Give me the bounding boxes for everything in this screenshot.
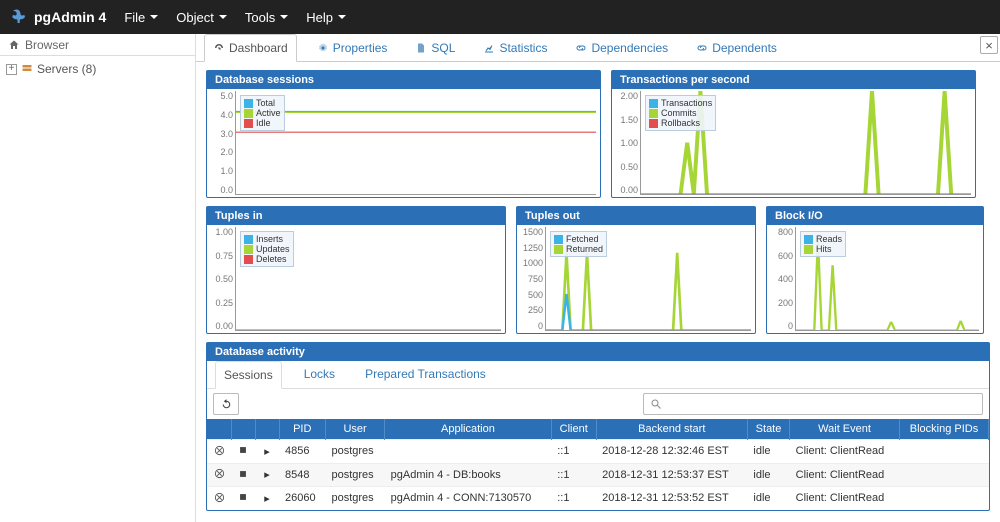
activity-search[interactable] xyxy=(643,393,983,415)
cancel-icon[interactable] xyxy=(213,491,225,503)
link-icon xyxy=(696,42,708,54)
panel-tuples-out: Tuples out 1500125010007505002500 Fetche… xyxy=(516,206,756,334)
top-menu-bar: pgAdmin 4 File Object Tools Help xyxy=(0,0,1000,34)
table-row[interactable]: ▸26060postgrespgAdmin 4 - CONN:7130570::… xyxy=(207,487,989,510)
table-header-row: PIDUserApplicationClientBackend startSta… xyxy=(207,419,989,440)
tps-yaxis: 2.001.501.000.500.00 xyxy=(612,89,640,197)
refresh-icon xyxy=(220,398,233,411)
browser-sidebar: Browser + Servers (8) xyxy=(0,34,196,522)
refresh-button[interactable] xyxy=(213,393,239,415)
tree-root-label: Servers (8) xyxy=(37,62,96,76)
menu-object[interactable]: Object xyxy=(176,10,227,25)
app-logo: pgAdmin 4 xyxy=(10,8,106,26)
menu-file[interactable]: File xyxy=(124,10,158,25)
tree-root-servers[interactable]: + Servers (8) xyxy=(6,62,189,76)
cancel-icon[interactable] xyxy=(213,444,225,456)
tab-dashboard[interactable]: Dashboard xyxy=(204,34,297,62)
expand-row-icon[interactable]: ▸ xyxy=(261,469,273,481)
menu-help[interactable]: Help xyxy=(306,10,346,25)
file-icon xyxy=(415,42,427,54)
subtab-prepared[interactable]: Prepared Transactions xyxy=(357,361,494,388)
gauge-icon xyxy=(213,42,225,54)
tab-properties[interactable]: Properties xyxy=(309,35,396,61)
app-title: pgAdmin 4 xyxy=(34,9,106,25)
menu-tools[interactable]: Tools xyxy=(245,10,288,25)
tab-statistics[interactable]: Statistics xyxy=(475,35,555,61)
panel-sessions: Database sessions 5.04.03.02.01.00.0 Tot… xyxy=(206,70,601,198)
sessions-chart xyxy=(236,91,596,194)
table-row[interactable]: ▸4856postgres::12018-12-28 12:32:46 ESTi… xyxy=(207,440,989,464)
panel-sessions-title: Database sessions xyxy=(207,71,600,89)
expand-row-icon[interactable]: ▸ xyxy=(261,445,273,457)
panel-tuples-in: Tuples in 1.000.750.500.250.00 Inserts U… xyxy=(206,206,506,334)
elephant-icon xyxy=(10,8,28,26)
expand-row-icon[interactable]: ▸ xyxy=(261,492,273,504)
tab-dependencies[interactable]: Dependencies xyxy=(567,35,676,61)
table-row[interactable]: ▸8548postgrespgAdmin 4 - DB:books::12018… xyxy=(207,463,989,487)
home-icon xyxy=(8,39,20,51)
panel-activity: Database activity Sessions Locks Prepare… xyxy=(206,342,990,511)
activity-subtabs: Sessions Locks Prepared Transactions xyxy=(207,361,989,389)
stop-icon[interactable] xyxy=(237,491,249,503)
content-tabbar: Dashboard Properties SQL Statistics Depe… xyxy=(196,34,1000,62)
subtab-sessions[interactable]: Sessions xyxy=(215,361,282,389)
tab-dependents[interactable]: Dependents xyxy=(688,35,785,61)
panel-tps: Transactions per second 2.001.501.000.50… xyxy=(611,70,976,198)
sessions-legend: Total Active Idle xyxy=(240,95,285,131)
browser-title: Browser xyxy=(25,38,69,52)
tab-sql[interactable]: SQL xyxy=(407,35,463,61)
expand-icon[interactable]: + xyxy=(6,64,17,75)
stop-icon[interactable] xyxy=(237,468,249,480)
panel-block-io: Block I/O 8006004002000 Reads Hits xyxy=(766,206,984,334)
close-panel-button[interactable]: × xyxy=(980,36,998,54)
stop-icon[interactable] xyxy=(237,444,249,456)
subtab-locks[interactable]: Locks xyxy=(296,361,343,388)
browser-header: Browser xyxy=(0,34,195,56)
sessions-yaxis: 5.04.03.02.01.00.0 xyxy=(207,89,235,197)
chart-icon xyxy=(483,42,495,54)
search-icon xyxy=(650,398,662,410)
dashboard: Database sessions 5.04.03.02.01.00.0 Tot… xyxy=(196,62,1000,522)
panel-tps-title: Transactions per second xyxy=(612,71,975,89)
link-icon xyxy=(575,42,587,54)
tps-legend: Transactions Commits Rollbacks xyxy=(645,95,716,131)
gear-icon xyxy=(317,42,329,54)
activity-table: PIDUserApplicationClientBackend startSta… xyxy=(207,419,989,510)
servers-icon xyxy=(21,63,33,75)
cancel-icon[interactable] xyxy=(213,468,225,480)
